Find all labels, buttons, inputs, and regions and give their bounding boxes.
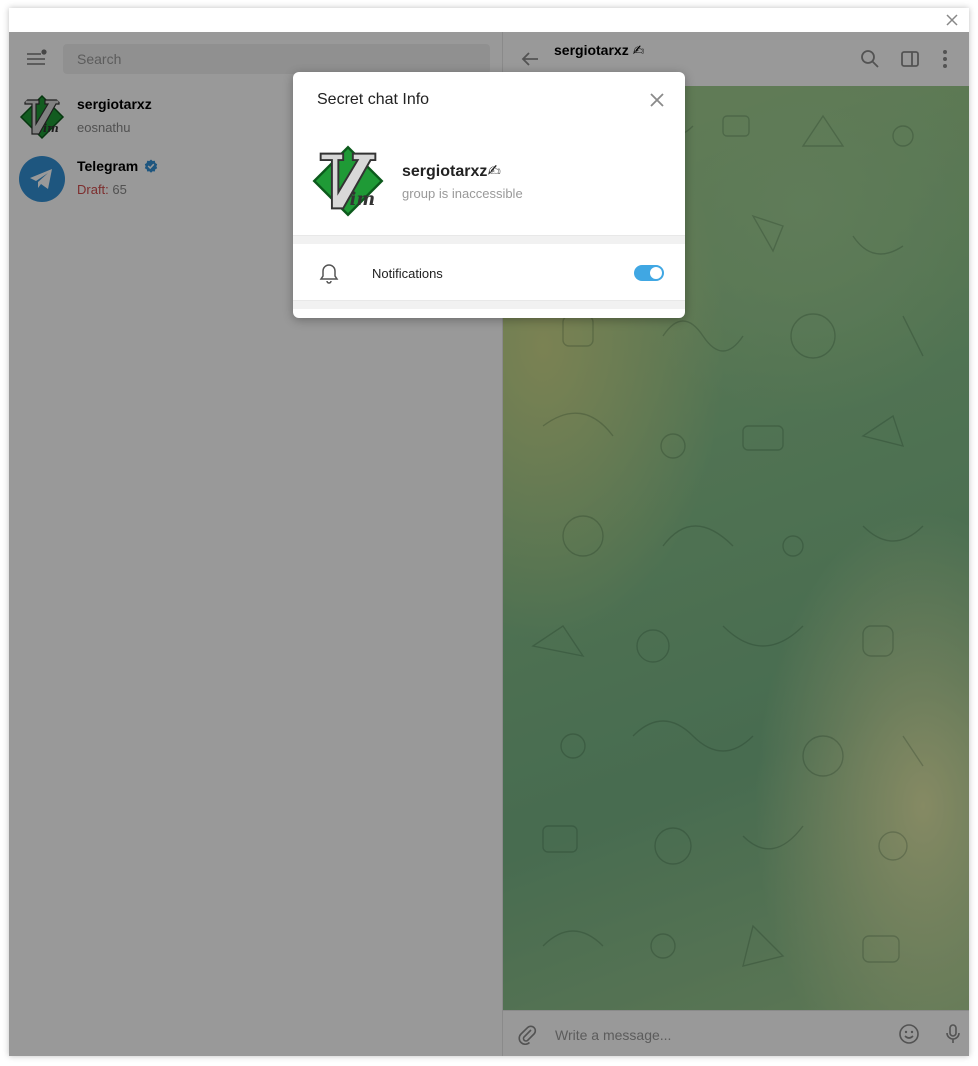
contact-status: group is inaccessible	[402, 186, 523, 201]
section-divider	[293, 300, 685, 309]
notifications-toggle[interactable]	[634, 265, 664, 281]
notifications-label: Notifications	[372, 266, 443, 281]
close-icon[interactable]	[647, 90, 667, 110]
secret-chat-info-dialog: Secret chat Info im sergiotarxz✍ group i…	[293, 72, 685, 318]
writing-hand-emoji: ✍	[487, 163, 501, 180]
toggle-knob	[650, 267, 662, 279]
notifications-row[interactable]: Notifications	[293, 244, 685, 300]
dialog-title: Secret chat Info	[317, 91, 430, 108]
bell-icon	[318, 262, 340, 284]
title-bar	[9, 8, 969, 32]
section-divider	[293, 235, 685, 244]
svg-text:im: im	[350, 189, 375, 210]
vim-logo-icon: im	[311, 144, 385, 218]
contact-name: sergiotarxz✍	[402, 161, 501, 181]
contact-name-text: sergiotarxz	[402, 163, 488, 180]
window-close-icon[interactable]	[943, 11, 961, 29]
